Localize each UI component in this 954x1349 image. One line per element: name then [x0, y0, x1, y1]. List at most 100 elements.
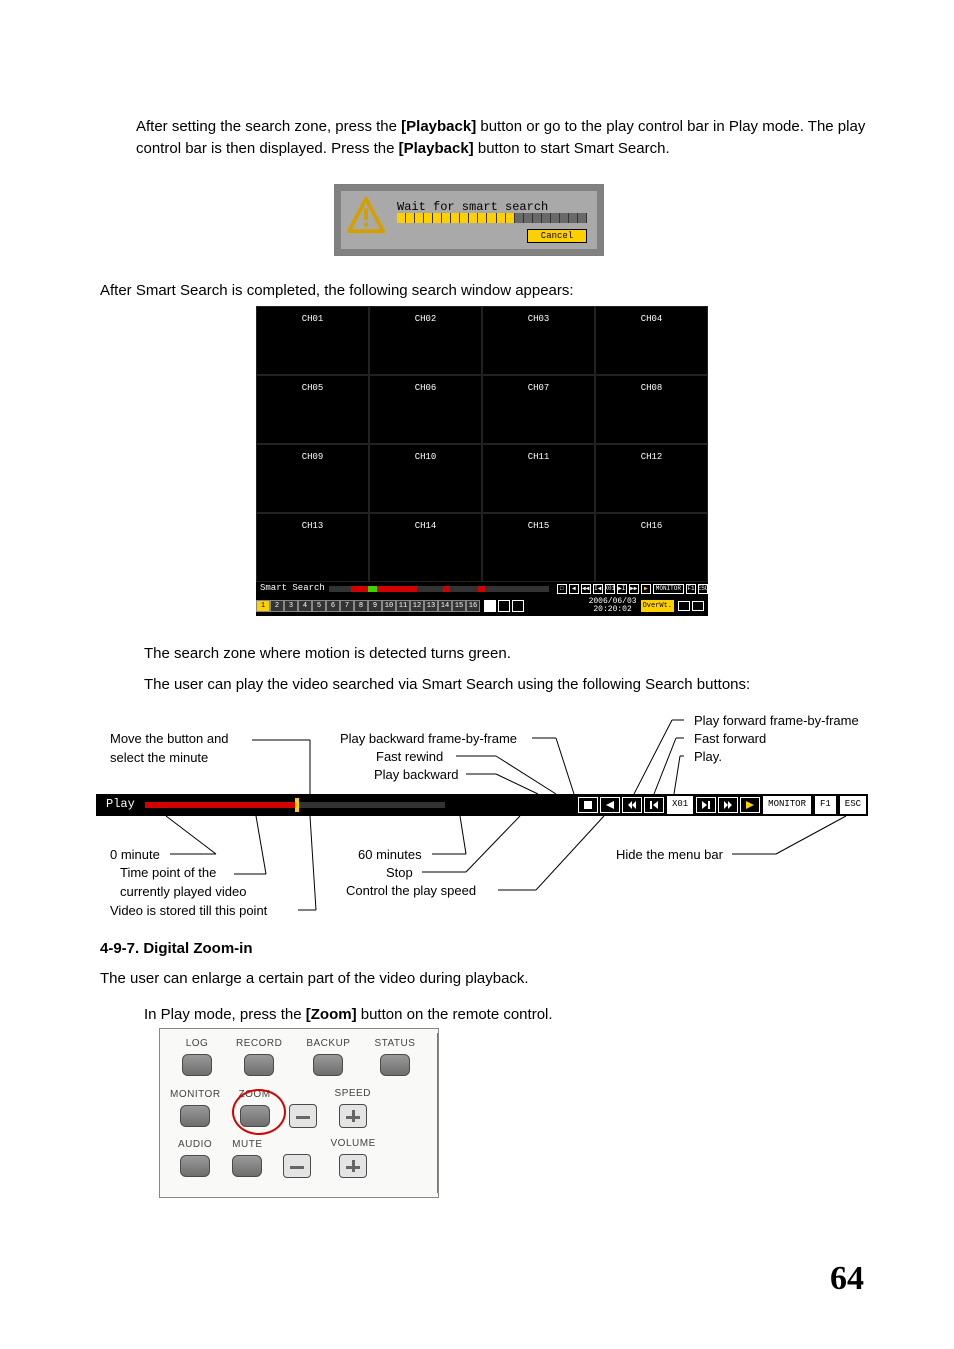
channel-tab[interactable]: 2 [270, 600, 284, 612]
playback-token: [Playback] [401, 118, 476, 135]
callout-time-point: Time point of the currently played video [120, 864, 246, 902]
monitor-tag[interactable]: MONITOR [653, 584, 684, 594]
play-back-icon[interactable]: ◀ [569, 584, 579, 594]
zoom-token: [Zoom] [306, 1006, 357, 1023]
remote-key-speed-down [289, 1087, 317, 1128]
channel-cell[interactable]: CH04 [595, 306, 708, 375]
section-heading: 4-9-7. Digital Zoom-in [100, 938, 253, 960]
channel-tab[interactable]: 14 [438, 600, 452, 612]
remote-key-status: STATUS [374, 1037, 415, 1076]
play-track[interactable] [145, 802, 445, 808]
channel-tab[interactable]: 15 [452, 600, 466, 612]
channel-tab[interactable]: 4 [298, 600, 312, 612]
callout-sixty-min: 60 minutes [358, 846, 422, 865]
callout-play: Play. [694, 748, 722, 767]
channel-tab[interactable]: 5 [312, 600, 326, 612]
step-back-icon[interactable]: I◀ [593, 584, 603, 594]
channel-cell[interactable]: CH06 [369, 375, 482, 444]
channel-tab[interactable]: 10 [382, 600, 396, 612]
channel-tab[interactable]: 13 [424, 600, 438, 612]
play-control-diagram: Move the button and select the minute Pl… [96, 708, 868, 924]
callout-hide-menu: Hide the menu bar [616, 846, 723, 865]
progress-bar [397, 213, 587, 223]
channel-tabs: 1 2 3 4 5 6 7 8 9 10 11 12 13 14 15 16 [256, 600, 480, 612]
quad-view-icon[interactable] [484, 600, 496, 612]
fast-rewind-button[interactable] [622, 797, 642, 813]
channel-cell[interactable]: CH08 [595, 375, 708, 444]
drive-icons [678, 601, 704, 611]
callout-move-select: Move the button and select the minute [110, 730, 229, 768]
timestamp: 2006/06/0320:20:02 [589, 598, 637, 614]
callout-control-speed: Control the play speed [346, 882, 476, 901]
channel-cell[interactable]: CH11 [482, 444, 595, 513]
cancel-button[interactable]: Cancel [527, 229, 587, 243]
channel-cell[interactable]: CH02 [369, 306, 482, 375]
paragraph-3: The search zone where motion is detected… [144, 643, 904, 665]
remote-key-record: RECORD [236, 1037, 282, 1076]
channel-cell[interactable]: CH09 [256, 444, 369, 513]
monitor-button[interactable]: MONITOR [763, 796, 811, 813]
speed-button[interactable]: X01 [667, 796, 693, 813]
page-number: 64 [830, 1254, 864, 1303]
callout-stored-till: Video is stored till this point [110, 902, 267, 921]
drive-icon [678, 601, 690, 611]
channel-cell[interactable]: CH05 [256, 375, 369, 444]
channel-tab[interactable]: 1 [256, 600, 270, 612]
stop-button[interactable] [578, 797, 598, 813]
drive-icon [692, 601, 704, 611]
play-control-bar: Play X01 MONITOR F1 ESC [96, 794, 868, 816]
play-cursor[interactable] [295, 798, 299, 812]
remote-key-backup: BACKUP [306, 1037, 350, 1076]
channel-tab[interactable]: 7 [340, 600, 354, 612]
remote-control-image: LOG RECORD BACKUP STATUS MONITOR ZOOM SP… [159, 1028, 439, 1198]
channel-cell[interactable]: CH03 [482, 306, 595, 375]
stop-icon[interactable]: □ [557, 584, 567, 594]
channel-tab[interactable]: 12 [410, 600, 424, 612]
step-fwd-icon[interactable]: ▶I [617, 584, 627, 594]
f1-button[interactable]: F1 [815, 796, 836, 813]
esc-tag[interactable]: ESC [698, 584, 708, 594]
paragraph-5: The user can enlarge a certain part of t… [100, 968, 860, 990]
timeline-track[interactable] [329, 586, 549, 592]
grid-bottom-row: 1 2 3 4 5 6 7 8 9 10 11 12 13 14 15 16 2… [256, 596, 708, 616]
channel-grid: CH01 CH02 CH03 CH04 CH05 CH06 CH07 CH08 … [256, 306, 708, 582]
speed-tag[interactable]: X01 [605, 584, 615, 594]
channel-cell[interactable]: CH12 [595, 444, 708, 513]
channel-cell[interactable]: CH15 [482, 513, 595, 582]
step-forward-button[interactable] [696, 797, 716, 813]
esc-button[interactable]: ESC [840, 796, 866, 813]
nine-view-icon[interactable] [498, 600, 510, 612]
text: After setting the search zone, press the [136, 118, 401, 135]
callout-fast-rewind: Fast rewind [376, 748, 443, 767]
play-icon[interactable]: ▶ [641, 584, 651, 594]
channel-cell[interactable]: CH14 [369, 513, 482, 582]
remote-key-speed: SPEED [335, 1087, 371, 1128]
channel-tab[interactable]: 8 [354, 600, 368, 612]
playback-token: [Playback] [399, 140, 474, 157]
channel-tab[interactable]: 11 [396, 600, 410, 612]
channel-tab[interactable]: 3 [284, 600, 298, 612]
rewind-icon[interactable]: ◀◀ [581, 584, 591, 594]
channel-cell[interactable]: CH07 [482, 375, 595, 444]
callout-play-fwd-frame: Play forward frame-by-frame [694, 712, 859, 731]
play-button[interactable] [740, 797, 760, 813]
callout-play-back-frame: Play backward frame-by-frame [340, 730, 517, 749]
f1-tag[interactable]: F1 [686, 584, 696, 594]
channel-cell[interactable]: CH13 [256, 513, 369, 582]
channel-tab[interactable]: 16 [466, 600, 480, 612]
remote-key-vol-down [283, 1137, 311, 1178]
channel-tab[interactable]: 6 [326, 600, 340, 612]
sixteen-view-icon[interactable] [512, 600, 524, 612]
callout-stop: Stop [386, 864, 413, 883]
channel-cell[interactable]: CH16 [595, 513, 708, 582]
callout-zero-min: 0 minute [110, 846, 160, 865]
fast-forward-button[interactable] [718, 797, 738, 813]
ffwd-icon[interactable]: ▶▶ [629, 584, 639, 594]
channel-tab[interactable]: 9 [368, 600, 382, 612]
grid-timeline-row: Smart Search □ ◀ ◀◀ I◀ X01 ▶I ▶▶ ▶ MONIT… [256, 582, 708, 596]
play-backward-button[interactable] [600, 797, 620, 813]
channel-cell[interactable]: CH01 [256, 306, 369, 375]
step-back-button[interactable] [644, 797, 664, 813]
channel-cell[interactable]: CH10 [369, 444, 482, 513]
text: button to start Smart Search. [474, 140, 670, 157]
